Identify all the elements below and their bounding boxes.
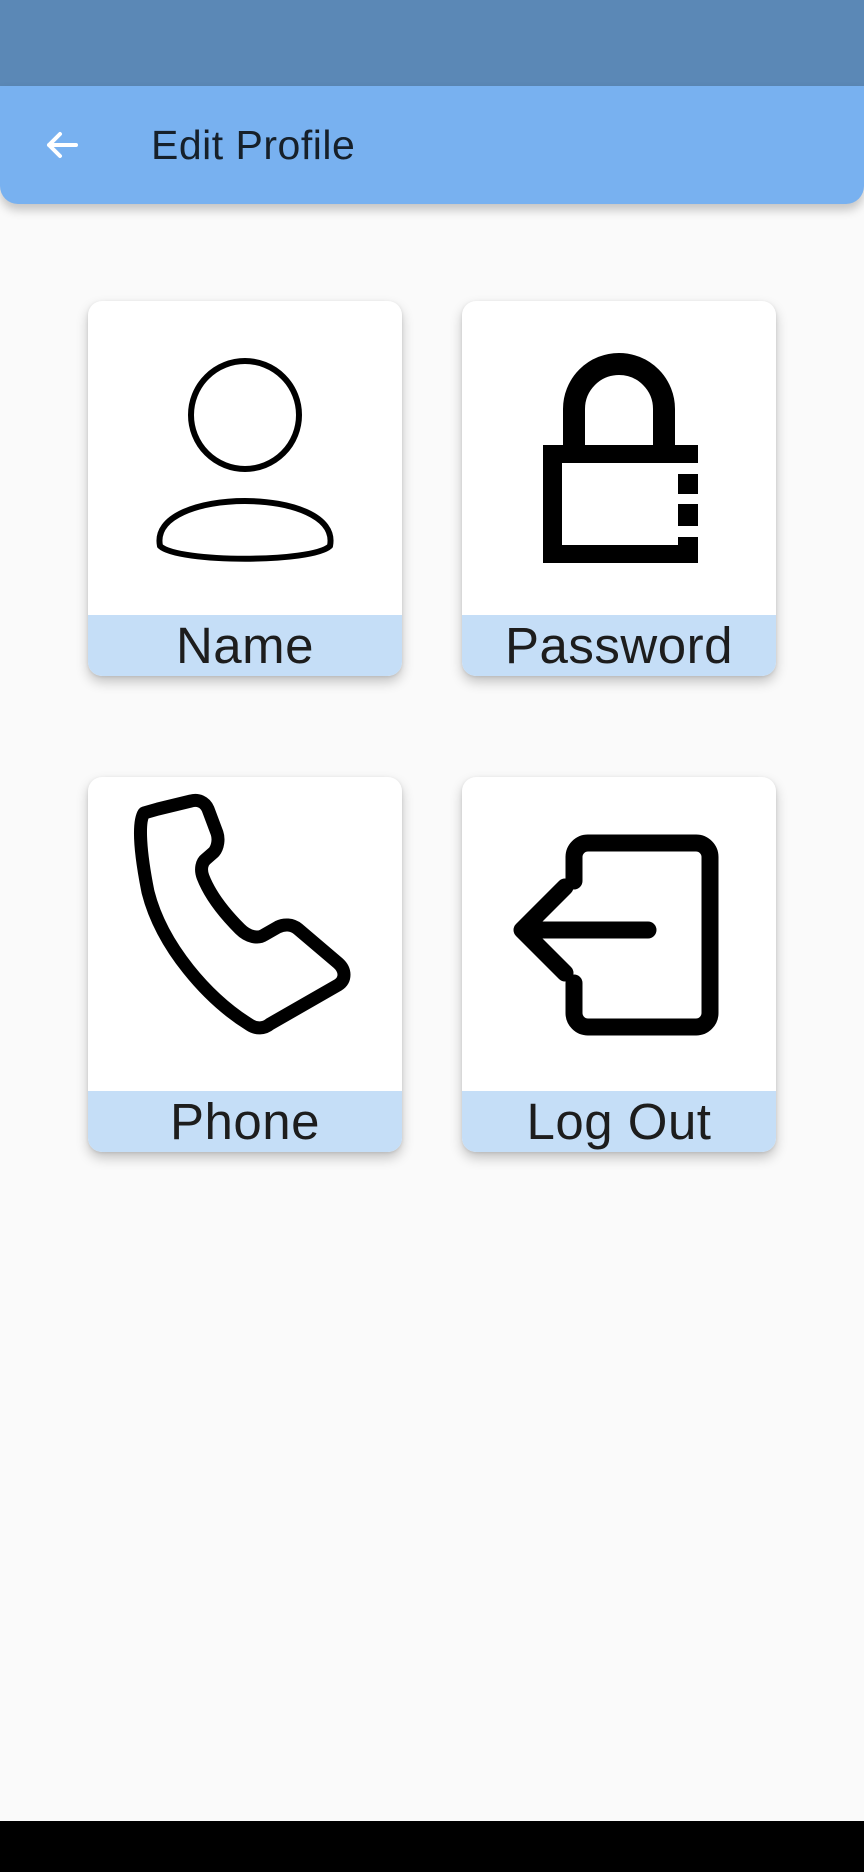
tile-label-phone: Phone (88, 1091, 402, 1152)
logout-icon (462, 777, 776, 1091)
arrow-left-icon (47, 132, 78, 158)
profile-options-grid: Name Password Phone Log Out (0, 0, 864, 1872)
logout-tile[interactable]: Log Out (462, 777, 776, 1152)
lock-icon (462, 301, 776, 615)
system-navigation-bar (0, 1821, 864, 1872)
password-tile[interactable]: Password (462, 301, 776, 676)
tile-label-name: Name (88, 615, 402, 676)
app-bar: Edit Profile (0, 86, 864, 204)
tile-label-logout: Log Out (462, 1091, 776, 1152)
name-tile[interactable]: Name (88, 301, 402, 676)
back-button[interactable] (30, 113, 94, 177)
phone-tile[interactable]: Phone (88, 777, 402, 1152)
tile-label-password: Password (462, 615, 776, 676)
person-icon (88, 301, 402, 615)
phone-icon (88, 777, 402, 1091)
page-title: Edit Profile (151, 122, 356, 168)
